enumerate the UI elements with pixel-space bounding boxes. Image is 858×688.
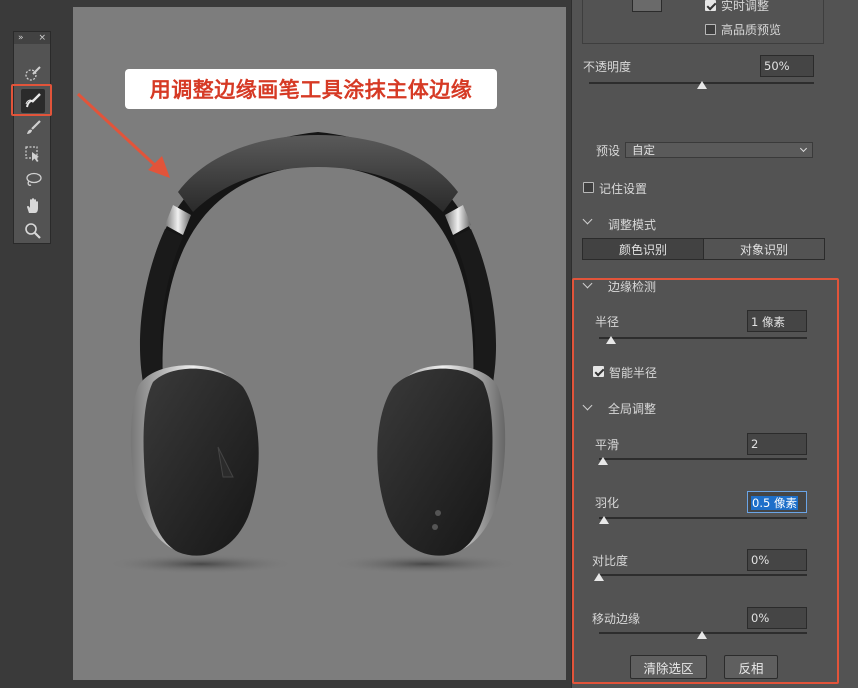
opacity-label: 不透明度 [583,60,632,74]
opacity-slider-thumb[interactable] [697,81,707,89]
adjust-mode-chevron-icon[interactable] [582,214,593,225]
chevron-down-icon [799,144,808,153]
tools-panel-header: » × [14,32,50,44]
remember-settings-checkbox[interactable] [583,182,594,193]
view-mode-thumbnail[interactable] [632,0,662,12]
hq-preview-label: 高品质预览 [721,23,782,37]
brush-tool-icon[interactable] [21,116,45,140]
hand-tool-icon[interactable] [21,194,45,218]
view-options-box [582,0,824,44]
opacity-field[interactable]: 50% [760,55,814,77]
color-aware-option[interactable]: 颜色识别 [582,238,704,260]
lasso-tool-icon[interactable] [21,168,45,192]
close-icon[interactable]: × [38,33,46,43]
preset-select[interactable]: 自定 [625,142,813,158]
refine-edge-workspace: » × 用调整边缘画笔工具涂抹主体边缘 实时调整 高品质预览 不透明度 50% … [0,0,858,688]
realtime-label: 实时调整 [721,0,770,13]
edge-detection-highlight [572,278,839,684]
remember-settings-label: 记住设置 [599,182,648,196]
active-tool-highlight [11,84,52,116]
realtime-checkbox[interactable] [705,0,716,11]
quick-selection-tool-icon[interactable] [21,62,45,86]
annotation-label: 用调整边缘画笔工具涂抹主体边缘 [125,69,497,109]
object-aware-option[interactable]: 对象识别 [703,238,825,260]
adjust-mode-title: 调整模式 [608,218,657,232]
zoom-tool-icon[interactable] [21,219,45,243]
preset-value: 自定 [632,143,655,157]
object-selection-tool-icon[interactable] [21,142,45,166]
preset-label: 预设 [596,144,621,158]
tools-panel: » × [13,31,51,244]
hq-preview-checkbox[interactable] [705,24,716,35]
collapse-icon[interactable]: » [18,33,24,43]
